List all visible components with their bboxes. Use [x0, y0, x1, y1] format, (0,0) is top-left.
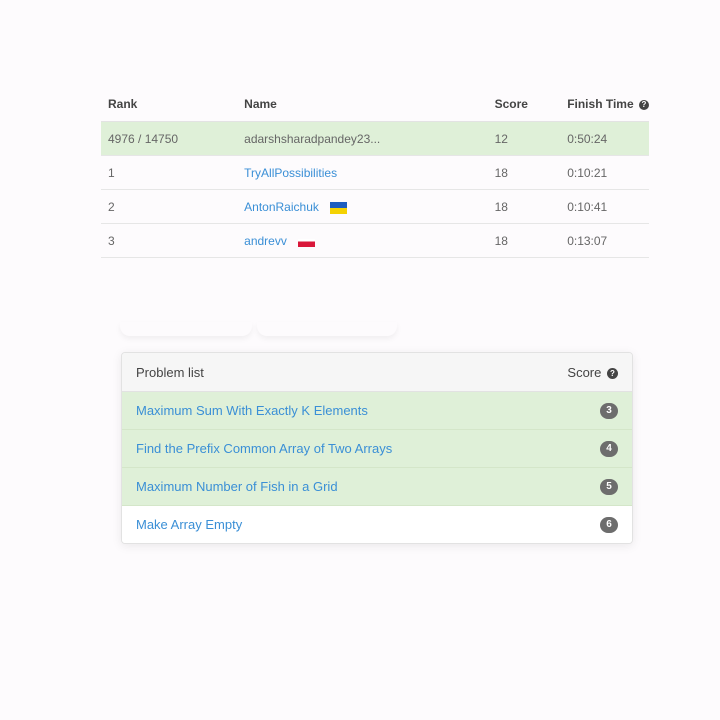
faded-tab: [120, 322, 252, 336]
faded-tab: [257, 322, 397, 336]
problem-row: Find the Prefix Common Array of Two Arra…: [122, 430, 632, 468]
table-row: 2 AntonRaichuk 18 0:10:41: [101, 189, 649, 224]
score-cell: 18: [487, 223, 561, 258]
score-badge: 5: [600, 478, 618, 495]
finish-time-cell: 0:50:24: [560, 121, 649, 156]
finish-time-label: Finish Time: [567, 96, 634, 111]
user-link[interactable]: TryAllPossibilities: [244, 166, 337, 180]
my-rank-row: 4976 / 14750 adarshsharadpandey23... 12 …: [101, 121, 649, 156]
problem-row: Maximum Number of Fish in a Grid 5: [122, 468, 632, 506]
user-link[interactable]: andrevv: [244, 234, 287, 248]
rank-cell: 2: [101, 189, 238, 224]
ranking-header-row: Rank Name Score Finish Time ?: [101, 86, 649, 122]
finish-time-cell: 0:10:21: [560, 155, 649, 190]
score-header: Score ?: [567, 365, 618, 380]
rank-column-header: Rank: [101, 86, 238, 122]
rank-cell: 4976 / 14750: [101, 121, 238, 156]
score-cell: 18: [487, 189, 561, 224]
score-badge: 3: [600, 402, 618, 419]
name-cell: adarshsharadpandey23...: [237, 121, 488, 156]
problem-list-title: Problem list: [136, 364, 204, 380]
score-badge: 4: [600, 440, 618, 457]
poland-flag-icon: [298, 238, 316, 247]
finish-time-cell: 0:13:07: [560, 223, 649, 258]
rank-cell: 3: [101, 223, 238, 258]
problem-row: Make Array Empty 6: [122, 506, 632, 543]
finish-time-cell: 0:10:41: [560, 189, 649, 224]
score-cell: 12: [487, 121, 561, 156]
help-icon[interactable]: ?: [607, 367, 618, 379]
problem-link[interactable]: Make Array Empty: [136, 517, 242, 532]
score-header-label: Score: [567, 364, 602, 380]
score-cell: 18: [487, 155, 561, 190]
name-column-header: Name: [237, 86, 488, 122]
problem-link[interactable]: Maximum Sum With Exactly K Elements: [136, 403, 368, 418]
problem-link[interactable]: Find the Prefix Common Array of Two Arra…: [136, 441, 392, 456]
user-link[interactable]: AntonRaichuk: [244, 200, 319, 214]
table-row: 3 andrevv 18 0:13:07: [101, 223, 649, 258]
score-column-header: Score: [487, 86, 561, 122]
problem-link[interactable]: Maximum Number of Fish in a Grid: [136, 479, 338, 494]
contest-ranking-page: Rank Name Score Finish Time ? 4976 / 147…: [0, 0, 720, 720]
score-badge: 6: [600, 516, 618, 533]
rank-cell: 1: [101, 155, 238, 190]
name-cell: AntonRaichuk: [237, 189, 488, 224]
help-icon[interactable]: ?: [639, 99, 649, 110]
problem-list-header: Problem list Score ?: [122, 353, 632, 392]
finish-time-column-header: Finish Time ?: [560, 86, 649, 122]
name-cell: TryAllPossibilities: [237, 155, 488, 190]
problem-list-panel: Problem list Score ? Maximum Sum With Ex…: [121, 352, 633, 544]
problem-row: Maximum Sum With Exactly K Elements 3: [122, 392, 632, 430]
name-cell: andrevv: [237, 223, 488, 258]
ranking-table: Rank Name Score Finish Time ? 4976 / 147…: [101, 86, 649, 258]
table-row: 1 TryAllPossibilities 18 0:10:21: [101, 155, 649, 190]
ukraine-flag-icon: [330, 201, 348, 214]
